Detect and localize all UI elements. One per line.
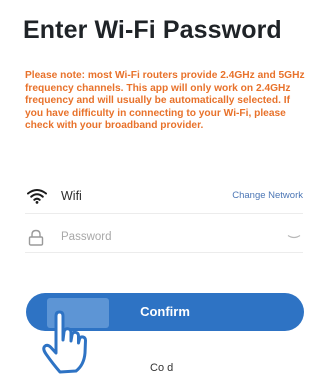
password-input[interactable]: [61, 227, 271, 247]
divider: [25, 252, 303, 253]
network-row: Wifi Change Network: [25, 183, 303, 211]
change-network-button[interactable]: Change Network: [232, 190, 303, 201]
page-title: Enter Wi-Fi Password: [23, 16, 282, 44]
bottom-caption: Co d: [150, 362, 174, 374]
divider: [25, 213, 303, 214]
frequency-notice: Please note: most Wi-Fi routers provide …: [25, 70, 305, 132]
lock-icon: [28, 229, 44, 246]
wifi-icon: [27, 189, 47, 204]
password-row: [25, 224, 303, 252]
eye-closed-icon[interactable]: [287, 234, 301, 240]
hand-pointer-icon: [42, 310, 87, 374]
network-name: Wifi: [61, 189, 82, 203]
